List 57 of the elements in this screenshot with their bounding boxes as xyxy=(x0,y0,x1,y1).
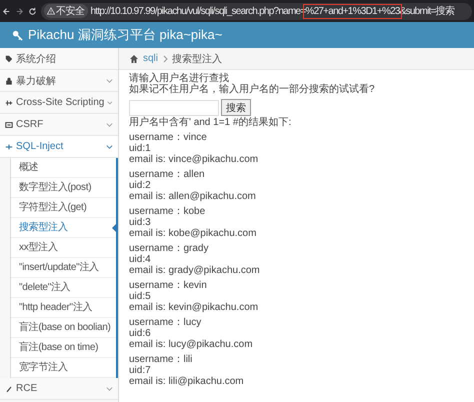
result-heading: 用户名中含有' and 1=1 #的结果如下: xyxy=(129,117,292,128)
reload-icon[interactable] xyxy=(28,6,37,16)
username-text: username：vince xyxy=(129,132,208,143)
submenu-item[interactable]: 盲注(base on time) xyxy=(11,338,116,358)
username-text: username：kevin xyxy=(129,280,208,291)
search-button[interactable]: 搜索 xyxy=(221,99,251,116)
submenu-item[interactable]: xx型注入 xyxy=(11,238,116,258)
submenu-item[interactable]: 字符型注入(get) xyxy=(11,198,116,218)
uid-text: uid:2 xyxy=(129,180,152,191)
warning-icon xyxy=(47,7,55,15)
uid-text: uid:5 xyxy=(129,291,152,302)
site-title: Pikachu 漏洞练习平台 pika~pika~ xyxy=(28,26,222,44)
username-text: username：lili xyxy=(129,354,194,365)
uid-text: uid:6 xyxy=(129,328,152,339)
email-text: email is: grady@pikachu.com xyxy=(129,265,261,276)
breadcrumb-current: 搜索型注入 xyxy=(172,52,222,66)
submenu-item[interactable]: 数字型注入(post) xyxy=(11,178,116,198)
chevron-icon xyxy=(106,385,113,392)
sidebar-item[interactable]: SQL-Inject xyxy=(0,136,118,158)
username-text: username：grady xyxy=(129,243,210,254)
chevron-icon xyxy=(106,77,113,84)
chevron-right-icon xyxy=(162,54,168,62)
submenu-item[interactable]: "delete"注入 xyxy=(11,278,116,298)
chevron-icon xyxy=(107,99,113,106)
uid-text: uid:1 xyxy=(129,143,152,154)
submenu-item[interactable]: 概述 xyxy=(11,158,116,178)
prompt-text: 如果记不住用户名，输入用户名的一部分搜索的试试看? xyxy=(129,84,376,95)
home-icon[interactable] xyxy=(129,54,139,64)
highlighted-url-part: %27+and+1%3D1+%23 xyxy=(305,6,400,17)
email-text: email is: lucy@pikachu.com xyxy=(129,339,254,350)
key-icon xyxy=(12,30,23,40)
email-text: email is: vince@pikachu.com xyxy=(129,154,260,165)
chevron-icon xyxy=(106,121,113,128)
chevron-icon xyxy=(106,143,113,150)
submenu-item[interactable]: "insert/update"注入 xyxy=(11,258,116,278)
submenu-item[interactable]: "http header"注入 xyxy=(11,298,116,318)
uid-text: uid:7 xyxy=(129,365,152,376)
username-text: username：kobe xyxy=(129,206,206,217)
security-label[interactable]: 不安全 xyxy=(44,4,88,18)
uid-text: uid:4 xyxy=(129,254,152,265)
username-text: username：lucy xyxy=(129,317,202,328)
email-text: email is: kobe@pikachu.com xyxy=(129,228,258,239)
prompt-text: 请输入用户名进行查找 xyxy=(129,73,229,84)
search-field[interactable] xyxy=(129,100,219,116)
uid-text: uid:3 xyxy=(129,217,152,228)
username-text: username：allen xyxy=(129,169,206,180)
submenu-item[interactable]: 盲注(base on boolian) xyxy=(11,318,116,338)
pen-icon xyxy=(5,384,13,392)
tag-icon xyxy=(5,54,13,62)
email-text: email is: kevin@pikachu.com xyxy=(129,302,260,313)
lock-icon xyxy=(5,76,13,84)
email-text: email is: allen@pikachu.com xyxy=(129,191,257,202)
submenu-item[interactable]: 搜索型注入 xyxy=(11,218,116,238)
email-text: email is: lili@pikachu.com xyxy=(129,376,245,387)
forward-icon[interactable] xyxy=(15,6,24,16)
plus-icon xyxy=(5,142,13,150)
back-icon[interactable] xyxy=(2,6,11,16)
